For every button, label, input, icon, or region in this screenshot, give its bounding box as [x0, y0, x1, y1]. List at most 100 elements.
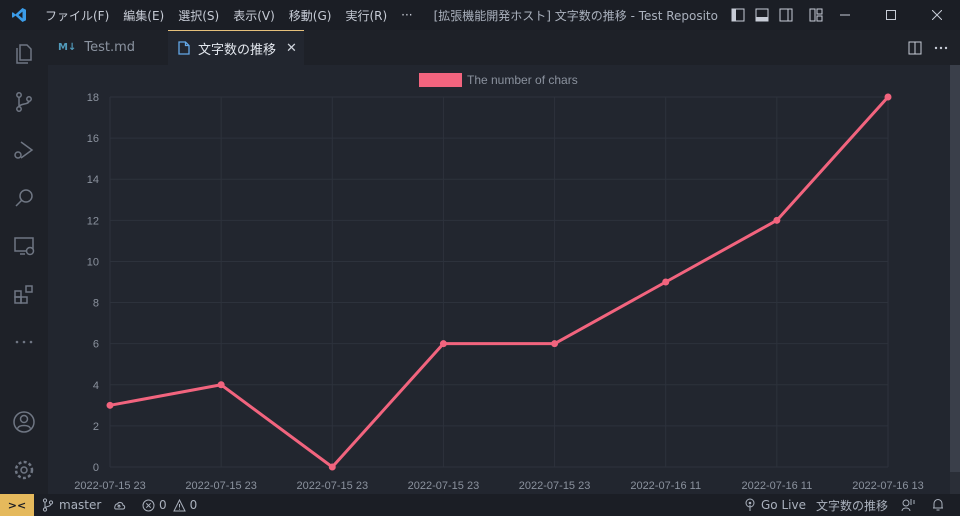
- ellipsis-icon: [15, 340, 33, 344]
- gear-icon: [14, 460, 34, 480]
- activity-bar: [0, 30, 48, 494]
- title-bar: ファイル(F) 編集(E) 選択(S) 表示(V) 移動(G) 実行(R) ··…: [0, 0, 960, 30]
- chart-series: [106, 93, 892, 471]
- layout-controls: [726, 7, 828, 23]
- legend-label: The number of chars: [467, 73, 578, 87]
- editor-actions: [908, 30, 960, 65]
- data-point[interactable]: [551, 340, 559, 348]
- x-tick-label: 2022-07-15 23: [185, 480, 257, 492]
- source-control-icon: [16, 92, 32, 112]
- source-control-button[interactable]: [0, 78, 48, 126]
- go-live-label: Go Live: [761, 498, 806, 512]
- bell-icon: [933, 498, 943, 511]
- scrollbar-thumb[interactable]: [950, 65, 960, 472]
- y-tick-label: 6: [93, 339, 99, 351]
- toggle-secondary-sidebar-icon[interactable]: [778, 7, 794, 23]
- editor-tab-bar: M↓ Test.md 文字数の推移 ✕: [48, 30, 960, 65]
- x-tick-label: 2022-07-15 23: [519, 480, 591, 492]
- branch-icon: [42, 498, 54, 512]
- data-point[interactable]: [439, 340, 447, 348]
- chart-grid: [109, 96, 889, 468]
- search-icon: [15, 189, 33, 207]
- maximize-icon: [886, 10, 896, 20]
- y-axis-ticks: 0 2 4 6 8 10 12 14 16 18: [87, 92, 99, 474]
- close-window-button[interactable]: [914, 0, 960, 30]
- series-line: [109, 95, 890, 469]
- menu-go[interactable]: 移動(G): [282, 7, 339, 24]
- split-editor-icon[interactable]: [908, 41, 922, 55]
- more-actions-icon[interactable]: [934, 41, 948, 55]
- menu-view[interactable]: 表示(V): [226, 7, 282, 24]
- data-point[interactable]: [328, 463, 336, 471]
- y-tick-label: 2: [93, 421, 99, 433]
- menu-selection[interactable]: 選択(S): [171, 7, 226, 24]
- notifications-button[interactable]: [932, 494, 944, 516]
- menu-bar: ファイル(F) 編集(E) 選択(S) 表示(V) 移動(G) 実行(R) ··…: [38, 7, 420, 24]
- x-tick-label: 2022-07-15 23: [408, 480, 480, 492]
- menu-more[interactable]: ···: [394, 8, 419, 22]
- sync-button[interactable]: [112, 494, 126, 516]
- more-views-button[interactable]: [0, 318, 48, 366]
- line-chart: 024681012141618 2022-07-15 23 2022-07-15 …: [74, 73, 924, 492]
- y-tick-label: 12: [87, 215, 99, 227]
- editor-area: 0 2 4 6 8 10 12 14 16 18 2022-07-15 23 2022-07-15 …: [48, 65, 950, 494]
- warning-icon: [172, 498, 186, 511]
- toggle-primary-sidebar-icon[interactable]: [730, 7, 746, 23]
- x-tick-label: 2022-07-15 23: [74, 480, 146, 492]
- x-axis-ticks: 2022-07-15 23 2022-07-15 23 2022-07-15 23 2…: [74, 480, 924, 492]
- markdown-icon: M↓: [58, 42, 77, 53]
- legend-swatch: [419, 73, 462, 87]
- extensions-button[interactable]: [0, 270, 48, 318]
- y-tick-label: 18: [87, 92, 99, 104]
- files-icon: [16, 44, 32, 64]
- tab-char-count-chart[interactable]: 文字数の推移 ✕: [168, 30, 304, 65]
- problems-indicator[interactable]: 0 0: [142, 494, 197, 516]
- feedback-icon: [901, 499, 915, 512]
- menu-edit[interactable]: 編集(E): [116, 7, 171, 24]
- search-button[interactable]: [0, 174, 48, 222]
- file-icon: [178, 41, 190, 55]
- error-icon: [142, 499, 155, 511]
- tab-test-md[interactable]: M↓ Test.md: [48, 30, 168, 65]
- error-count: 0: [159, 498, 167, 512]
- maximize-button[interactable]: [868, 0, 914, 30]
- y-tick-label: 10: [87, 256, 99, 268]
- tab-label: 文字数の推移: [198, 42, 277, 58]
- minimize-button[interactable]: [822, 0, 868, 30]
- toggle-panel-icon[interactable]: [754, 7, 770, 23]
- go-live-button[interactable]: Go Live: [744, 494, 806, 516]
- active-view-name: 文字数の推移: [816, 498, 889, 513]
- accounts-button[interactable]: [0, 398, 48, 446]
- menu-run[interactable]: 実行(R): [338, 7, 394, 24]
- extensions-icon: [14, 285, 33, 304]
- y-tick-label: 4: [93, 380, 99, 392]
- run-debug-button[interactable]: [0, 126, 48, 174]
- tab-label: Test.md: [84, 40, 135, 55]
- data-point[interactable]: [773, 216, 781, 224]
- x-tick-label: 2022-07-15 23: [297, 480, 369, 492]
- data-point[interactable]: [106, 401, 114, 409]
- remote-indicator-icon[interactable]: ><: [0, 494, 34, 516]
- close-tab-icon[interactable]: ✕: [286, 41, 297, 56]
- y-tick-label: 16: [87, 133, 99, 145]
- y-tick-label: 0: [93, 462, 99, 474]
- explorer-button[interactable]: [0, 30, 48, 78]
- vscode-logo-icon: [0, 0, 38, 30]
- minimize-icon: [840, 14, 850, 16]
- chart-legend: The number of chars: [419, 73, 578, 87]
- close-icon: [932, 10, 942, 20]
- manage-button[interactable]: [0, 446, 48, 494]
- x-tick-label: 2022-07-16 13: [852, 480, 924, 492]
- x-tick-label: 2022-07-16 11: [741, 480, 812, 492]
- remote-explorer-button[interactable]: [0, 222, 48, 270]
- remote-explorer-icon: [14, 237, 35, 256]
- feedback-button[interactable]: [901, 494, 915, 516]
- warning-count: 0: [189, 498, 198, 512]
- branch-indicator[interactable]: master: [42, 494, 101, 516]
- data-point[interactable]: [662, 278, 670, 286]
- data-point[interactable]: [217, 381, 225, 389]
- cloud-upload-icon: [114, 501, 126, 510]
- account-icon: [13, 411, 35, 433]
- menu-file[interactable]: ファイル(F): [38, 7, 116, 24]
- data-point[interactable]: [884, 93, 892, 101]
